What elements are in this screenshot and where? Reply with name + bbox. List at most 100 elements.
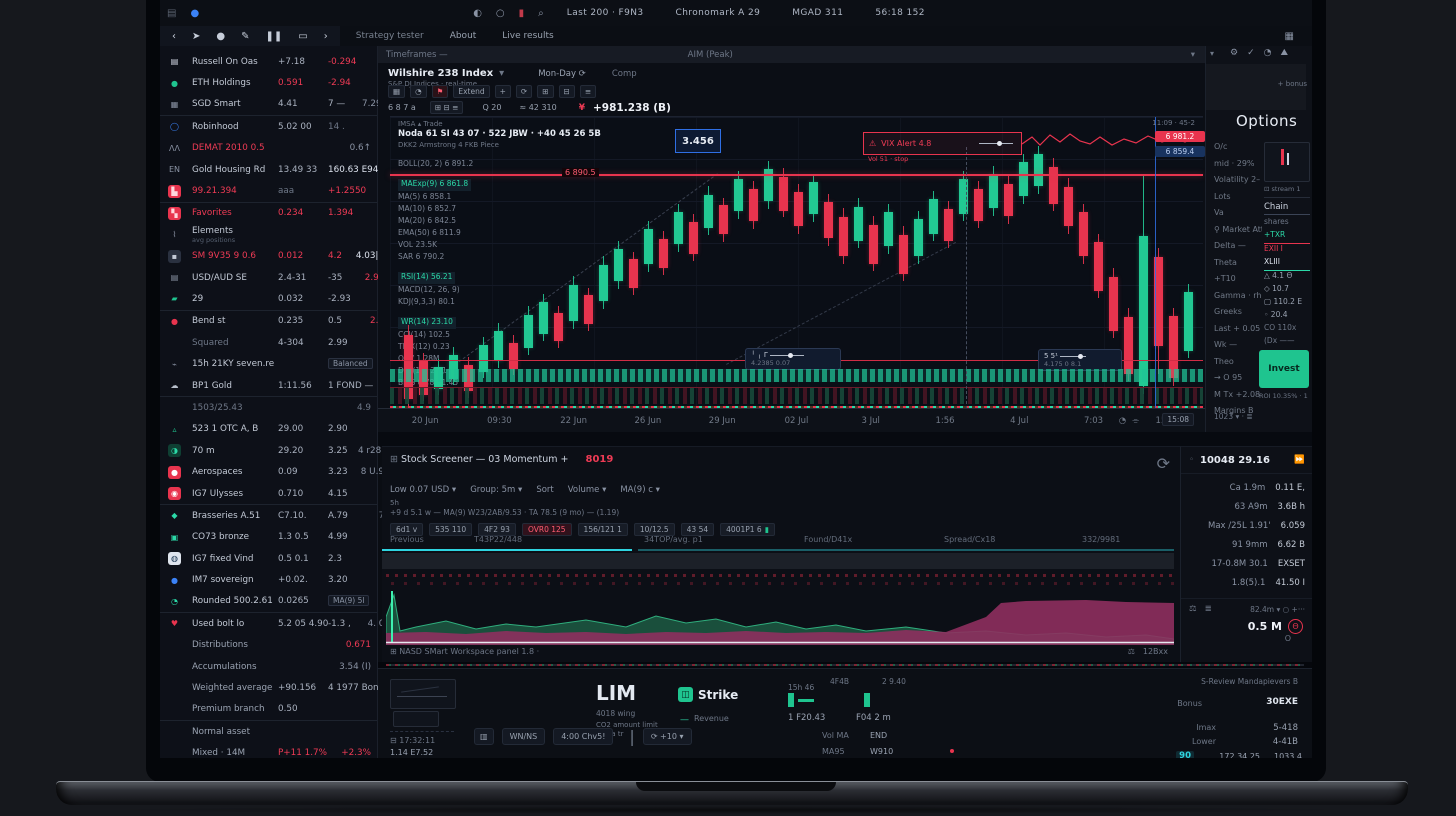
orderbook-row[interactable]: Max /25L 1.91'6.059 xyxy=(1181,516,1312,535)
filter-dropdown[interactable]: MA(9) c ▾ xyxy=(620,485,660,495)
chart-tool-chip[interactable]: ⚑ xyxy=(432,85,449,98)
screener-chip[interactable]: 156/121 1 xyxy=(578,523,628,536)
panel-icon[interactable]: ▦ xyxy=(1285,31,1294,42)
strategy-tester-label[interactable]: Strategy tester xyxy=(356,31,424,41)
watchlist-row[interactable]: Mixed · 14MP+11 1.7%+2.3% xyxy=(160,743,377,759)
chart-tool-chip[interactable]: ⟳ xyxy=(516,85,532,98)
chart-tool-chip[interactable]: ▦ xyxy=(388,85,405,98)
watchlist-row[interactable]: ◆Brasseries A.51C7.10.A.7970 xyxy=(160,504,377,526)
tab-about[interactable]: About xyxy=(450,31,477,41)
tool-icon[interactable]: ‹ xyxy=(172,31,176,42)
collapse-caret-icon[interactable]: ▾ xyxy=(1210,49,1214,58)
column-header[interactable]: Spread/Cx18 xyxy=(944,535,995,544)
axis-icon[interactable]: ⌯ xyxy=(1132,416,1139,426)
indicator-legend-item[interactable]: MA(10) 6 852.7 xyxy=(398,204,473,216)
indicator-legend-item[interactable]: MACD(12, 26, 9) xyxy=(398,285,473,297)
status-item[interactable]: Chronomark A 29 xyxy=(676,8,761,18)
time-chip[interactable]: 15:08 xyxy=(1162,413,1194,426)
tool-icon[interactable]: › xyxy=(324,31,328,42)
indicator-legend-item[interactable]: SAR 6 790.2 xyxy=(398,252,473,264)
panel-action-icon[interactable]: ✓ xyxy=(1247,48,1255,58)
watchlist-row[interactable]: ☁BP1 Gold1:11.561 FOND — xyxy=(160,375,377,396)
layers-button[interactable]: ▥ xyxy=(474,728,494,745)
watchlist-row[interactable]: ◔Rounded 500.2.610.0265MA(9) 5l xyxy=(160,591,377,612)
watchlist-row[interactable]: ▤USD/AUD SE2.4-31-352.97 xyxy=(160,267,377,288)
orderbook-row[interactable]: 91 9mm6.62 B xyxy=(1181,535,1312,554)
watchlist-row[interactable]: Weighted average+90.1564 1977 Bond xyxy=(160,677,377,698)
watchlist-row[interactable]: ◯Robinhood5.02 0014 . xyxy=(160,115,377,137)
alert-slider[interactable] xyxy=(979,143,1013,144)
watchlist-row[interactable]: ●ETH Holdings0.591-2.94 xyxy=(160,72,377,93)
column-header[interactable]: 332/9981 xyxy=(1082,535,1120,544)
resistance-line[interactable] xyxy=(390,174,1203,176)
indicator-legend-item[interactable]: MAExp(9) 6 861.8 xyxy=(398,179,471,191)
greek-row[interactable]: Delta — xyxy=(1214,241,1262,258)
symbol-name[interactable]: Wilshire 238 Index xyxy=(388,68,493,79)
filter-dropdown[interactable]: Group: 5m ▾ xyxy=(470,485,522,495)
orderbook-row[interactable]: 1.8(5).141.50 I xyxy=(1181,573,1312,592)
search-icon[interactable]: ⌕ xyxy=(538,8,544,19)
greek-row[interactable]: Wk — xyxy=(1214,340,1262,357)
battery-icon[interactable]: ▮ xyxy=(519,8,525,19)
strike-label[interactable]: Strike xyxy=(698,688,738,702)
size-chip[interactable]: 0.5 M xyxy=(1248,620,1282,633)
watchlist-row[interactable]: ⌇Elementsavg positions xyxy=(160,224,377,245)
watchlist-row[interactable]: ENGold Housing Rd13.49 33160.63 E940 L xyxy=(160,159,377,180)
brightness-icon[interactable]: ◐ xyxy=(473,8,482,19)
chain-row[interactable]: (Dx —— xyxy=(1264,336,1310,349)
watchlist-row[interactable]: ◉IG7 Ulysses0.7104.15 xyxy=(160,483,377,504)
watchlist-row[interactable]: Premium branch0.50 xyxy=(160,699,377,720)
order-slider[interactable] xyxy=(1060,356,1086,357)
filter-dropdown[interactable]: Sort xyxy=(536,485,553,495)
watchlist-row[interactable]: Accumulations3.54 (I) xyxy=(160,656,377,677)
order-slider[interactable] xyxy=(770,355,804,356)
watchlist-row[interactable]: Normal asset xyxy=(160,720,377,742)
axis-icon[interactable]: ◔ xyxy=(1119,416,1126,426)
greek-row[interactable]: Volatility 2– xyxy=(1214,175,1262,192)
chain-row[interactable]: XLIII xyxy=(1264,257,1310,271)
screener-chip[interactable]: 535 110 xyxy=(429,523,472,536)
watchlist-row[interactable]: ●Aerospaces0.093.238 U.95 xyxy=(160,461,377,482)
order-chip[interactable]: ╵ ╷ Γ 4.2385 0.07 xyxy=(745,348,841,370)
mini-chart-thumb[interactable] xyxy=(1264,142,1310,182)
chart-tool-chip[interactable]: Extend xyxy=(453,85,489,98)
panel-action-icon[interactable]: ⚙ xyxy=(1230,48,1238,58)
asset-chip[interactable]: MA(9) 5l xyxy=(328,595,369,606)
greek-row[interactable]: mid · 29% xyxy=(1214,159,1262,176)
indicator-legend-item[interactable]: VOL 23.5K xyxy=(398,240,473,252)
list-icon[interactable]: ≣ xyxy=(1205,604,1212,614)
column-header[interactable]: Previous xyxy=(390,535,424,544)
watchlist-row[interactable]: ΛΛDEMAT 2010 0.50.6↑ xyxy=(160,138,377,159)
camera-icon[interactable]: ○ xyxy=(496,8,505,19)
greek-row[interactable]: Lots xyxy=(1214,192,1262,209)
column-header[interactable]: 34TOP/avg. p1 xyxy=(644,535,703,544)
symbol-meta[interactable]: Mon-Day ⟳ xyxy=(538,69,586,79)
orderbook-row[interactable]: 63 A9m3.6B h xyxy=(1181,497,1312,516)
cyan-chip[interactable]: 90 xyxy=(1176,751,1194,758)
panel-bottom-row[interactable]: 1023 ▾ · ≣ xyxy=(1214,412,1253,421)
tool-icon[interactable]: ➤ xyxy=(192,31,200,42)
watchlist-row[interactable]: ♥Used bolt lo5.2 05 4.90-1.3 ,4. 0% xyxy=(160,612,377,634)
chain-row[interactable]: EXII I xyxy=(1264,244,1310,257)
chain-header[interactable]: Chain xyxy=(1264,202,1310,215)
greek-row[interactable]: M Tx +2.08 / xyxy=(1214,390,1262,407)
watchlist-row[interactable]: ◍IG7 fixed Vind0.5 0.12.3 xyxy=(160,548,377,569)
indicator-legend-item[interactable]: MA(20) 6 842.5 xyxy=(398,216,473,228)
footer-val[interactable]: 82.4m ▾ ○ +··· xyxy=(1250,605,1305,614)
mode-button[interactable]: WN/NS xyxy=(502,728,546,745)
tool-icon[interactable]: ▭ xyxy=(298,31,307,42)
indicator-legend-item[interactable]: KDJ(9,3,3) 80.1 xyxy=(398,297,473,309)
orderbook-row[interactable]: Ca 1.9m0.11 E, xyxy=(1181,478,1312,497)
watchlist-row[interactable]: ●IM7 sovereign+0.02.3.20 xyxy=(160,569,377,590)
chevron-down-icon[interactable]: ▾ xyxy=(1191,50,1195,60)
invest-button[interactable]: Invest xyxy=(1259,350,1309,388)
watchlist-row[interactable]: ●Bend st0.2350.52.9 xyxy=(160,310,377,332)
footer-icon[interactable]: ⚖ xyxy=(1128,647,1135,656)
orderbook-row[interactable]: 17-0.8M 30.1EXSET xyxy=(1181,554,1312,573)
watchlist-row[interactable]: ◑70 m29.203.254 r28.9 xyxy=(160,440,377,461)
watchlist-row[interactable]: ▚Favorites0.2341.394 xyxy=(160,202,377,224)
greek-row[interactable]: Va xyxy=(1214,208,1262,225)
footer-icon[interactable]: 12Bxx xyxy=(1143,647,1168,656)
tool-icon[interactable]: ❚❚ xyxy=(266,31,283,42)
time-axis[interactable]: 20 Jun09:3022 Jun26 Jun29 Jun02 Jul3 Jul… xyxy=(378,408,1205,433)
